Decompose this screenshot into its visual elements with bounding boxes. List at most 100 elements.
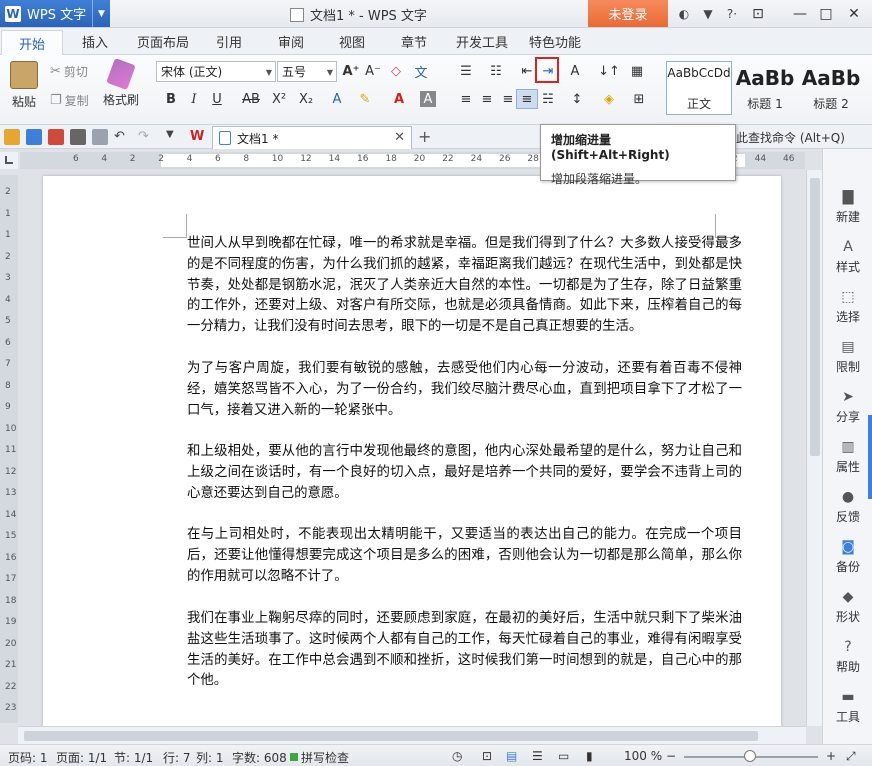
font-color-icon[interactable]: A xyxy=(388,89,410,109)
find-command[interactable]: 此查找命令 (Alt+Q) xyxy=(736,129,845,146)
fit-window-icon[interactable]: ⤢ xyxy=(846,749,856,764)
chevron-down-icon[interactable]: ▼ xyxy=(92,0,110,27)
help-icon[interactable]: ?· xyxy=(720,7,744,21)
page-view-icon[interactable]: ▤ xyxy=(506,749,517,763)
status-spell[interactable]: 拼写检查 xyxy=(301,749,349,766)
outline-view-icon[interactable]: ☰ xyxy=(532,749,543,763)
document-tab[interactable]: 文档1 * ✕ xyxy=(212,126,412,149)
side-properties[interactable]: ▥ 属性 xyxy=(823,439,872,475)
cut-button[interactable]: ✂ 剪切 xyxy=(50,63,88,80)
tab-developer[interactable]: 开发工具 xyxy=(456,32,508,51)
distribute-icon[interactable]: ☵ xyxy=(537,89,559,109)
web-view-icon[interactable]: ▭ xyxy=(558,749,569,763)
export-pdf-icon[interactable] xyxy=(48,129,64,145)
subscript-button[interactable]: X₂ xyxy=(295,89,317,109)
paragraph-3[interactable]: 和上级相处，要从他的言行中发现他最终的意图，他内心深处最希望的是什么，努力让自己… xyxy=(187,442,742,504)
save-icon[interactable] xyxy=(26,129,42,145)
scrollbar-thumb[interactable] xyxy=(24,731,758,741)
zoom-value[interactable]: 100 % xyxy=(624,749,662,763)
font-family-select[interactable]: 宋体 (正文) ▼ xyxy=(156,61,276,82)
grow-font-button[interactable]: A⁺ xyxy=(340,61,362,81)
side-select[interactable]: ⬚ 选择 xyxy=(823,289,872,325)
scrollbar-thumb[interactable] xyxy=(810,178,820,456)
side-backup[interactable]: ◙ 备份 xyxy=(823,539,872,575)
italic-button[interactable]: I xyxy=(183,89,205,109)
document-canvas[interactable]: 世间人从早到晚都在忙碌，唯一的希求就是幸福。但是我们得到了什么？大多数人接受得最… xyxy=(18,170,806,726)
style-heading-2[interactable]: AaBb 标题 2 xyxy=(798,61,864,115)
side-tools[interactable]: ▬ 工具 xyxy=(823,689,872,725)
side-restrict[interactable]: ▤ 限制 xyxy=(823,339,872,375)
close-tab-icon[interactable]: ✕ xyxy=(394,130,405,145)
zoom-in-icon[interactable]: + xyxy=(826,749,836,763)
history-icon[interactable]: ◷ xyxy=(452,749,462,763)
tab-review[interactable]: 审阅 xyxy=(278,32,304,51)
border-icon[interactable]: ⊞ xyxy=(628,89,650,109)
vertical-scrollbar[interactable] xyxy=(806,170,822,726)
fullscreen-icon[interactable]: ⊡ xyxy=(744,0,772,27)
wps-w-icon[interactable]: W xyxy=(190,129,206,145)
copy-button[interactable]: ❐ 复制 xyxy=(50,92,89,109)
tab-sections[interactable]: 章节 xyxy=(401,32,427,51)
style-heading-1[interactable]: AaBb 标题 1 xyxy=(732,61,798,115)
focus-mode-icon[interactable]: ⊡ xyxy=(482,749,492,763)
open-folder-icon[interactable] xyxy=(4,129,20,145)
chevron-down-icon[interactable]: ▼ xyxy=(166,129,182,145)
strikethrough-button[interactable]: AB xyxy=(240,89,262,109)
document-page[interactable]: 世间人从早到晚都在忙碌，唯一的希求就是幸福。但是我们得到了什么？大多数人接受得最… xyxy=(43,176,781,726)
print-icon[interactable] xyxy=(70,129,86,145)
print-preview-icon[interactable] xyxy=(92,129,108,145)
numbered-list-icon[interactable]: ☷ xyxy=(485,61,507,81)
phonetic-icon[interactable]: 文 xyxy=(410,61,432,81)
tab-references[interactable]: 引用 xyxy=(216,32,242,51)
paragraph-5[interactable]: 我们在事业上鞠躬尽瘁的同时，还要顾虑到家庭，在最初的美好后，生活中就只剩下了柴米… xyxy=(187,609,742,692)
paragraph-1[interactable]: 世间人从早到晚都在忙碌，唯一的希求就是幸福。但是我们得到了什么？大多数人接受得最… xyxy=(187,234,742,338)
zoom-out-icon[interactable]: − xyxy=(666,749,676,763)
status-words[interactable]: 字数: 608 xyxy=(232,749,287,766)
bullet-list-icon[interactable]: ☰ xyxy=(455,61,477,81)
close-icon[interactable]: ✕ xyxy=(840,0,868,27)
side-new[interactable]: ▇ 新建 xyxy=(823,189,872,225)
style-normal[interactable]: AaBbCcDd 正文 xyxy=(666,61,732,115)
tab-special[interactable]: 特色功能 xyxy=(529,32,581,51)
paste-button[interactable]: 粘贴 xyxy=(6,61,42,110)
paragraph-4[interactable]: 在与上司相处时，不能表现出太精明能干，又要适当的表达出自己的能力。在完成一个项目… xyxy=(187,525,742,587)
undo-icon[interactable]: ↶ xyxy=(114,129,130,145)
tab-stop-icon[interactable] xyxy=(5,156,13,164)
char-format-icon[interactable]: A xyxy=(564,61,586,81)
shrink-font-button[interactable]: A⁻ xyxy=(362,61,384,81)
reading-view-icon[interactable]: ▮ xyxy=(586,749,593,763)
font-size-select[interactable]: 五号 ▼ xyxy=(277,61,337,82)
paragraph-2[interactable]: 为了与客户周旋，我们要有敏锐的感触，去感受他们内心每一分波动，还要有着百毒不侵神… xyxy=(187,359,742,421)
status-page[interactable]: 页码: 1 xyxy=(8,749,48,766)
sort-icon[interactable]: ↓↑ xyxy=(598,61,620,81)
skin-icon[interactable]: ◐ xyxy=(672,7,696,21)
justify-icon[interactable]: ≡ xyxy=(516,89,538,109)
format-painter-button[interactable]: 格式刷 xyxy=(103,58,139,108)
align-center-icon[interactable]: ≡ xyxy=(476,89,498,109)
vertical-ruler[interactable]: 2 1 1 2 3 4 5 6 7 8 9 10 11 12 13 14 15 16 17 18 19 20 21 22 23 xyxy=(0,175,18,723)
maximize-icon[interactable]: □ xyxy=(812,0,840,27)
side-share[interactable]: ➤ 分享 xyxy=(823,389,872,425)
char-shading-icon[interactable]: A xyxy=(420,91,436,107)
align-left-icon[interactable]: ≡ xyxy=(455,89,477,109)
new-tab-icon[interactable]: + xyxy=(418,127,431,146)
login-button[interactable]: 未登录 xyxy=(588,0,668,27)
underline-button[interactable]: U xyxy=(206,89,228,109)
side-shapes[interactable]: ◆ 形状 xyxy=(823,589,872,625)
side-help[interactable]: ? 帮助 xyxy=(823,639,872,675)
tab-home[interactable]: 开始 xyxy=(1,30,63,55)
tab-view[interactable]: 视图 xyxy=(339,32,365,51)
app-menu-button[interactable]: W WPS 文字 ▼ xyxy=(0,0,110,27)
redo-icon[interactable]: ↷ xyxy=(138,129,154,145)
shading-icon[interactable]: ◈ xyxy=(598,89,620,109)
tab-page-layout[interactable]: 页面布局 xyxy=(137,32,189,51)
shirt-icon[interactable]: ▼ xyxy=(696,7,720,21)
clear-format-icon[interactable]: ◇ xyxy=(385,61,407,81)
highlight-icon[interactable]: ✎ xyxy=(354,89,376,109)
line-spacing-icon[interactable]: ↕ xyxy=(566,89,588,109)
horizontal-scrollbar[interactable] xyxy=(18,726,806,744)
table-grid-icon[interactable]: ▦ xyxy=(626,61,648,81)
zoom-slider-handle[interactable] xyxy=(744,750,756,762)
side-feedback[interactable]: ● 反馈 xyxy=(823,489,872,525)
bold-button[interactable]: B xyxy=(160,89,182,109)
